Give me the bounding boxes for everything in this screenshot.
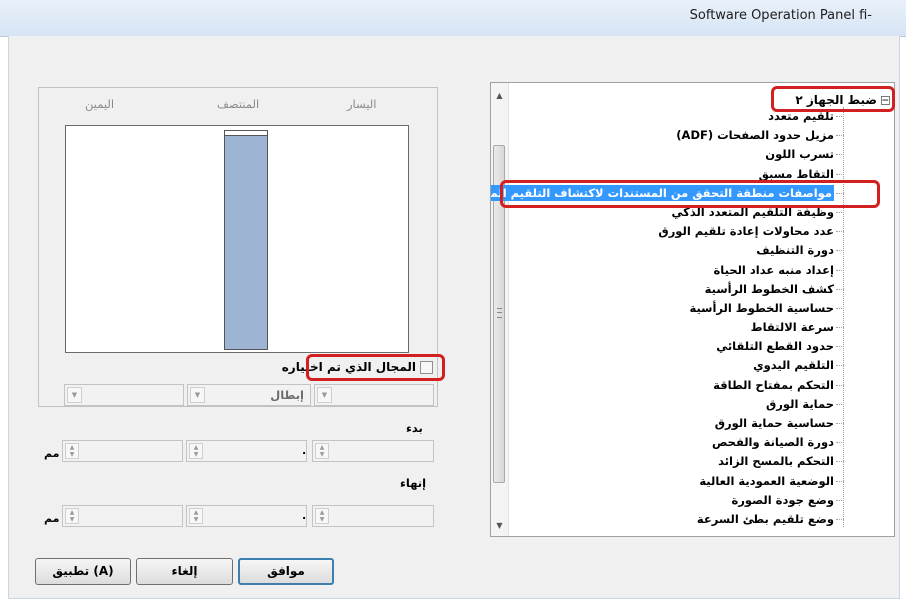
window-title: Software Operation Panel fi- [689,8,872,23]
end-spin-1[interactable]: ▲ ▼ [62,505,183,527]
chevron-down-icon[interactable]: ▼ [190,387,205,403]
ok-button[interactable]: موافق [238,558,334,585]
tree-item[interactable]: التلقيم اليدوي [508,356,844,375]
tree-item-label: عدد محاولات إعادة تلقيم الورق [658,224,834,239]
title-bar: Software Operation Panel fi- [0,0,906,37]
spin-arrows-icon[interactable]: ▲ ▼ [65,508,79,524]
start-unit: مم [44,447,60,460]
start-label: بدء [406,421,423,435]
tree-item[interactable]: عدد محاولات إعادة تلقيم الورق [508,222,844,241]
tree-item[interactable]: حماية الورق [508,395,844,414]
tree-item[interactable]: وضع تلقيم بطئ السرعة [508,510,844,529]
tree-item[interactable]: كشف الخطوط الرأسية [508,280,844,299]
tree-item[interactable]: وظيفة التلقيم المتعدد الذكي [508,203,844,222]
tree-item-label: وظيفة التلقيم المتعدد الذكي [671,204,835,219]
tree-item-label: الوضعية العمودية العالية [699,473,834,488]
grip-icon [497,308,502,318]
scroll-down-arrow-icon[interactable]: ▼ [491,517,508,534]
tree-item-label: حساسية حماية الورق [714,416,834,430]
tree-item-label: التحكم بمفتاح الطاقة [713,377,834,392]
tree-item-label: حدود القطع التلقائي [716,339,834,354]
tree-item-label: التحكم بالمسح الزائد [718,454,834,469]
tree-item-label: مزيل حدود الصفحات (ADF) [676,128,834,143]
end-spin-2[interactable]: ▲ ▼ [186,505,307,527]
tree-item-label: سرعة الالتقاط [750,320,834,335]
tree-item-label: حماية الورق [766,396,834,411]
tree-item[interactable]: تسرب اللون [508,145,844,164]
tree-items: تلقيم متعدد مزيل حدود الصفحات (ADF) تسرب… [491,107,844,529]
end-spin-3[interactable]: ▲ ▼ [312,505,434,527]
tree-item[interactable]: دورة التنظيف [508,241,844,260]
tree-item[interactable]: إعداد منبه عداد الحياة [508,261,844,280]
chevron-down-icon[interactable]: ▼ [317,387,332,403]
spin-arrows-icon[interactable]: ▲ ▼ [315,443,329,459]
selected-area-option[interactable]: المجال الذي تم اختياره [282,360,433,374]
tree-root-label: ضبط الجهاز ٢ [795,93,877,107]
tree-item-label: وضع جودة الصورة [731,492,834,507]
end-decimal-point: . [302,509,307,522]
tree-item-label: التلقيم اليدوي [753,358,834,373]
tree-item-label: حساسية الخطوط الرأسية [689,300,834,315]
tree-item[interactable]: الوضعية العمودية العالية [508,472,844,491]
document-preview [65,125,409,353]
tree-root-device-settings-2[interactable]: − ضبط الجهاز ٢ [795,93,890,107]
end-unit: مم [44,512,60,525]
detection-area-bar [224,130,268,350]
spin-arrows-icon[interactable]: ▲ ▼ [65,443,79,459]
tree-item-label: دورة الصيانة والفحص [711,435,834,450]
tree-item-label: تسرب اللون [765,147,834,162]
selected-area-label: المجال الذي تم اختياره [281,360,416,374]
tree-item[interactable]: سرعة الالتقاط [508,318,844,337]
tree-item-label: وضع تلقيم بطئ السرعة [696,511,834,526]
column-label-right: اليمين [85,97,115,111]
settings-tree[interactable]: ▲ ▼ − ضبط الجهاز ٢ تلقيم متعدد مزيل حدود… [490,82,895,537]
chevron-down-icon[interactable]: ▼ [67,387,82,403]
collapse-icon[interactable]: − [881,95,890,105]
preview-panel: اليمين المنتصف اليسار المجال الذي تم اخت… [38,87,438,407]
center-combo-value: إبطال [270,388,304,402]
tree-item-label: دورة التنظيف [756,243,834,258]
column-label-center: المنتصف [217,97,260,111]
tree-item[interactable]: حساسية حماية الورق [508,414,844,433]
tree-item[interactable]: مزيل حدود الصفحات (ADF) [508,126,844,145]
end-label: إنهاء [400,476,427,490]
center-combo[interactable]: ▼ إبطال [187,384,311,406]
right-combo[interactable]: ▼ [314,384,434,406]
tree-item-label: تلقيم متعدد [768,109,834,123]
start-spin-1[interactable]: ▲ ▼ [62,440,183,462]
tree-item[interactable]: التحكم بالمسح الزائد [508,452,844,471]
start-decimal-point: . [302,444,307,457]
cancel-button[interactable]: إلغاء [136,558,233,585]
tree-item-label: التقاط مسبق [758,166,834,181]
start-spin-3[interactable]: ▲ ▼ [312,440,434,462]
tree-item-selected[interactable]: مواصفات منطقة التحقق من المستندات لاكتشا… [491,184,844,203]
tree-item[interactable]: حساسية الخطوط الرأسية [508,299,844,318]
tree-item[interactable]: التقاط مسبق [508,165,844,184]
tree-item[interactable]: التحكم بمفتاح الطاقة [508,376,844,395]
tree-item[interactable]: تلقيم متعدد [508,107,844,126]
tree-item[interactable]: دورة الصيانة والفحص [508,433,844,452]
tree-item[interactable]: حدود القطع التلقائي [508,337,844,356]
selected-area-checkbox[interactable] [420,360,433,374]
spin-arrows-icon[interactable]: ▲ ▼ [189,508,203,524]
apply-button[interactable]: تطبيق (A) [35,558,131,585]
tree-item-label: إعداد منبه عداد الحياة [713,262,834,277]
spin-arrows-icon[interactable]: ▲ ▼ [189,443,203,459]
scroll-up-arrow-icon[interactable]: ▲ [491,87,508,104]
vertical-scrollbar[interactable]: ▲ ▼ [491,83,509,536]
tree-item-label: مواصفات منطقة التحقق من المستندات لاكتشا… [491,184,834,201]
tree-item[interactable]: وضع جودة الصورة [508,491,844,510]
column-label-left: اليسار [347,97,377,111]
spin-arrows-icon[interactable]: ▲ ▼ [315,508,329,524]
start-spin-2[interactable]: ▲ ▼ [186,440,307,462]
left-combo[interactable]: ▼ [64,384,184,406]
tree-item-label: كشف الخطوط الرأسية [704,281,834,296]
